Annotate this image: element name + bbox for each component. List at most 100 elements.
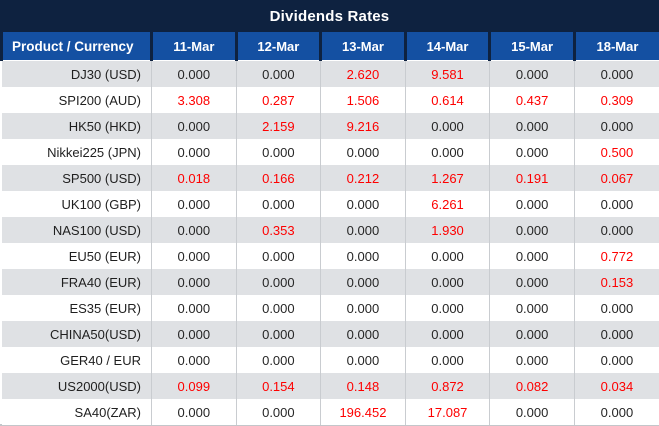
rate-value-cell: 0.000 (574, 191, 659, 217)
rate-value-cell: 0.034 (574, 373, 659, 399)
rate-value-cell: 0.000 (236, 139, 321, 165)
rate-value-cell: 2.159 (236, 113, 321, 139)
rate-value-cell: 0.000 (152, 61, 237, 88)
rate-value-cell: 0.000 (490, 347, 575, 373)
table-row: GER40 / EUR0.0000.0000.0000.0000.0000.00… (2, 347, 659, 373)
table-row: FRA40 (EUR)0.0000.0000.0000.0000.0000.15… (2, 269, 659, 295)
table-row: DJ30 (USD)0.0000.0002.6209.5810.0000.000 (2, 61, 659, 88)
rate-value-cell: 0.099 (152, 373, 237, 399)
rate-value-cell: 0.154 (236, 373, 321, 399)
rate-value-cell: 0.437 (490, 87, 575, 113)
product-name-cell: NAS100 (USD) (2, 217, 152, 243)
date-column-header: 15-Mar (490, 32, 575, 61)
date-column-header: 13-Mar (321, 32, 406, 61)
table-row: SPI200 (AUD)3.3080.2871.5060.6140.4370.3… (2, 87, 659, 113)
table-row: EU50 (EUR)0.0000.0000.0000.0000.0000.772 (2, 243, 659, 269)
product-name-cell: SP500 (USD) (2, 165, 152, 191)
rate-value-cell: 0.000 (574, 399, 659, 425)
rate-value-cell: 0.000 (236, 61, 321, 88)
product-name-cell: GER40 / EUR (2, 347, 152, 373)
rate-value-cell: 0.309 (574, 87, 659, 113)
rate-value-cell: 0.000 (405, 321, 490, 347)
rate-value-cell: 0.067 (574, 165, 659, 191)
product-name-cell: EU50 (EUR) (2, 243, 152, 269)
rate-value-cell: 0.000 (405, 269, 490, 295)
rate-value-cell: 0.212 (321, 165, 406, 191)
rate-value-cell: 1.267 (405, 165, 490, 191)
rate-value-cell: 0.000 (236, 243, 321, 269)
table-header-row: Product / Currency 11-Mar 12-Mar 13-Mar … (2, 32, 659, 61)
rate-value-cell: 0.191 (490, 165, 575, 191)
rate-value-cell: 0.000 (490, 139, 575, 165)
rate-value-cell: 17.087 (405, 399, 490, 425)
rate-value-cell: 0.000 (490, 61, 575, 88)
product-name-cell: US2000(USD) (2, 373, 152, 399)
rate-value-cell: 0.000 (574, 321, 659, 347)
rate-value-cell: 0.000 (152, 113, 237, 139)
table-row: SP500 (USD)0.0180.1660.2121.2670.1910.06… (2, 165, 659, 191)
rate-value-cell: 196.452 (321, 399, 406, 425)
rate-value-cell: 0.772 (574, 243, 659, 269)
rate-value-cell: 0.000 (152, 295, 237, 321)
rate-value-cell: 0.000 (152, 217, 237, 243)
rate-value-cell: 0.000 (490, 191, 575, 217)
rate-value-cell: 0.000 (490, 295, 575, 321)
rate-value-cell: 9.216 (321, 113, 406, 139)
rate-value-cell: 0.000 (236, 191, 321, 217)
rate-value-cell: 0.000 (490, 243, 575, 269)
rate-value-cell: 0.000 (236, 399, 321, 425)
rate-value-cell: 0.287 (236, 87, 321, 113)
rate-value-cell: 0.148 (321, 373, 406, 399)
rate-value-cell: 0.000 (405, 139, 490, 165)
widget-title: Dividends Rates (0, 0, 659, 32)
rate-value-cell: 0.000 (152, 347, 237, 373)
rate-value-cell: 0.000 (321, 191, 406, 217)
table-row: Nikkei225 (JPN)0.0000.0000.0000.0000.000… (2, 139, 659, 165)
rate-value-cell: 0.000 (236, 321, 321, 347)
rate-value-cell: 0.000 (574, 113, 659, 139)
rate-value-cell: 0.000 (405, 243, 490, 269)
product-name-cell: HK50 (HKD) (2, 113, 152, 139)
rate-value-cell: 0.000 (236, 347, 321, 373)
product-name-cell: DJ30 (USD) (2, 61, 152, 88)
rate-value-cell: 0.000 (321, 243, 406, 269)
product-name-cell: ES35 (EUR) (2, 295, 152, 321)
rate-value-cell: 0.000 (152, 269, 237, 295)
rate-value-cell: 0.166 (236, 165, 321, 191)
rate-value-cell: 0.000 (152, 399, 237, 425)
product-name-cell: CHINA50(USD) (2, 321, 152, 347)
rate-value-cell: 0.000 (490, 217, 575, 243)
rate-value-cell: 0.000 (321, 321, 406, 347)
rate-value-cell: 0.000 (574, 61, 659, 88)
dividends-rates-table: Product / Currency 11-Mar 12-Mar 13-Mar … (0, 32, 659, 425)
dividends-rates-widget: Dividends Rates Product / Currency 11-Ma… (0, 0, 659, 426)
rate-value-cell: 0.018 (152, 165, 237, 191)
date-column-header: 12-Mar (236, 32, 321, 61)
rate-value-cell: 0.000 (405, 295, 490, 321)
date-column-header: 14-Mar (405, 32, 490, 61)
rate-value-cell: 0.000 (321, 295, 406, 321)
rate-value-cell: 1.930 (405, 217, 490, 243)
rate-value-cell: 0.500 (574, 139, 659, 165)
product-name-cell: Nikkei225 (JPN) (2, 139, 152, 165)
rate-value-cell: 0.000 (490, 113, 575, 139)
rate-value-cell: 0.872 (405, 373, 490, 399)
rate-value-cell: 0.000 (236, 295, 321, 321)
product-name-cell: SA40(ZAR) (2, 399, 152, 425)
product-name-cell: FRA40 (EUR) (2, 269, 152, 295)
rate-value-cell: 1.506 (321, 87, 406, 113)
table-row: US2000(USD)0.0990.1540.1480.8720.0820.03… (2, 373, 659, 399)
table-row: UK100 (GBP)0.0000.0000.0006.2610.0000.00… (2, 191, 659, 217)
product-name-cell: UK100 (GBP) (2, 191, 152, 217)
rates-table-body: DJ30 (USD)0.0000.0002.6209.5810.0000.000… (2, 61, 659, 426)
rate-value-cell: 0.000 (152, 321, 237, 347)
rate-value-cell: 0.000 (574, 347, 659, 373)
rate-value-cell: 0.000 (152, 139, 237, 165)
rate-value-cell: 2.620 (321, 61, 406, 88)
rate-value-cell: 0.614 (405, 87, 490, 113)
rate-value-cell: 0.000 (152, 191, 237, 217)
rate-value-cell: 0.000 (574, 295, 659, 321)
date-column-header: 18-Mar (574, 32, 659, 61)
rate-value-cell: 6.261 (405, 191, 490, 217)
rate-value-cell: 0.000 (321, 139, 406, 165)
